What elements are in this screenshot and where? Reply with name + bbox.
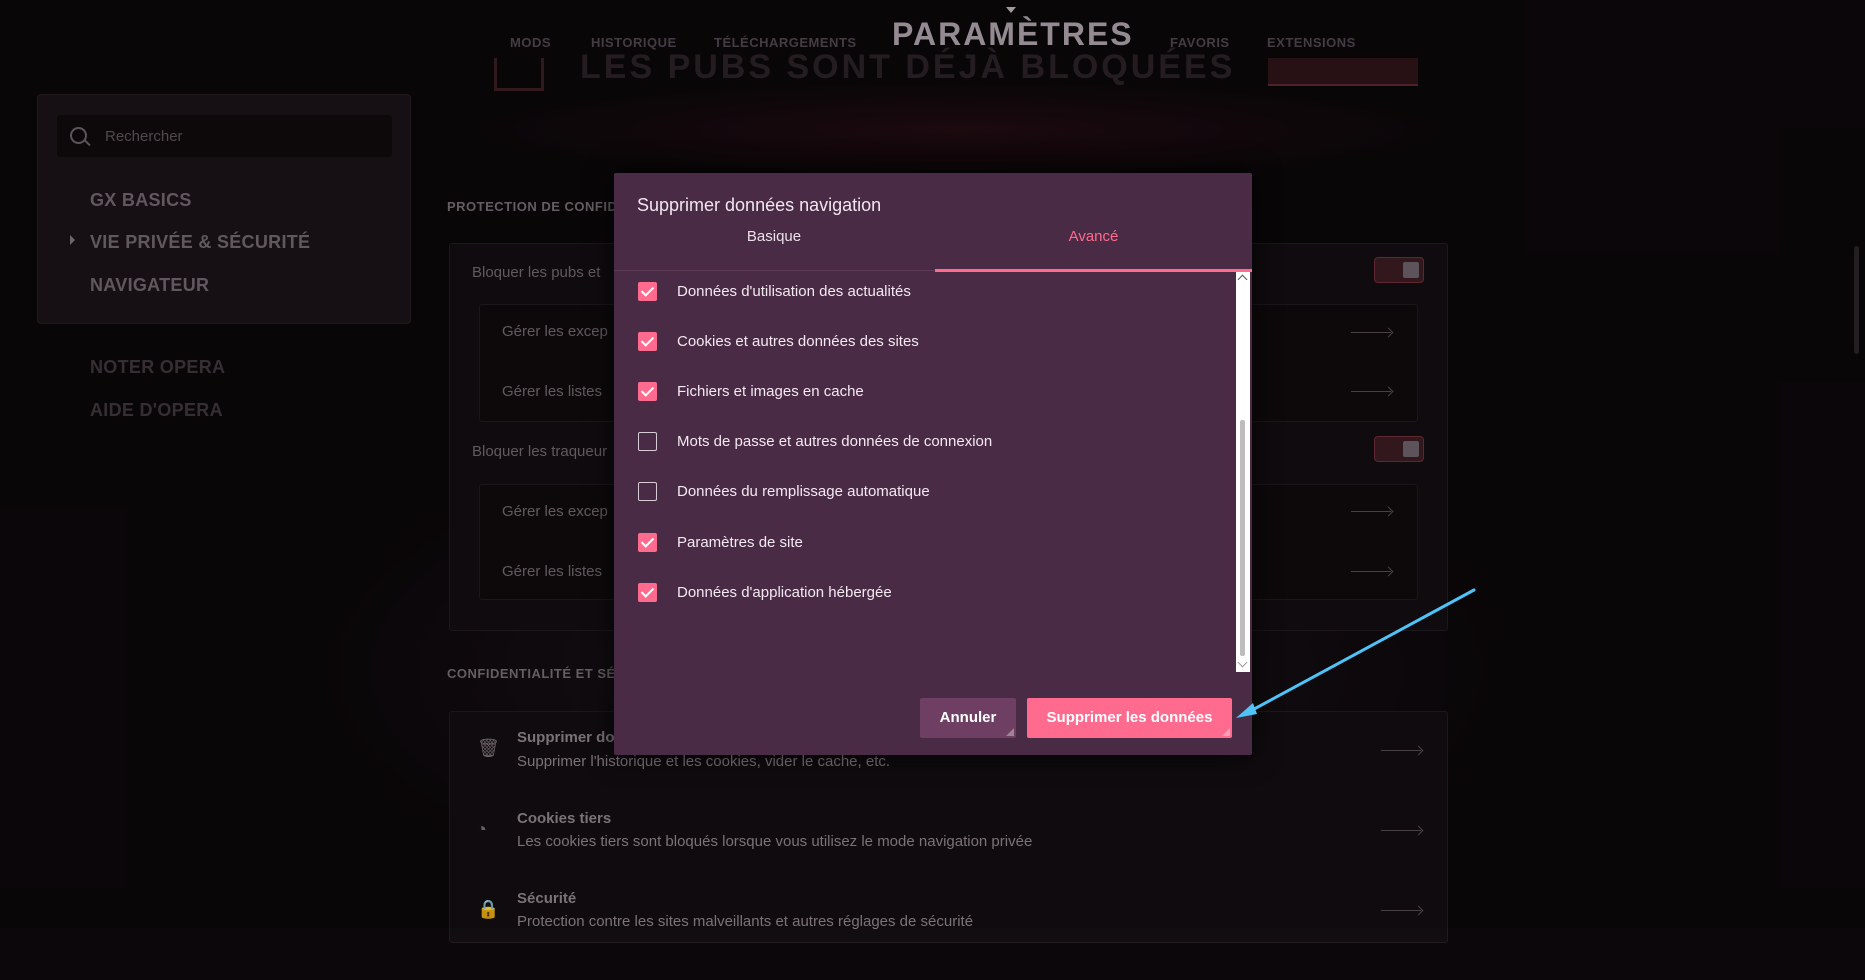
annotation-arrow: [1236, 588, 1476, 718]
